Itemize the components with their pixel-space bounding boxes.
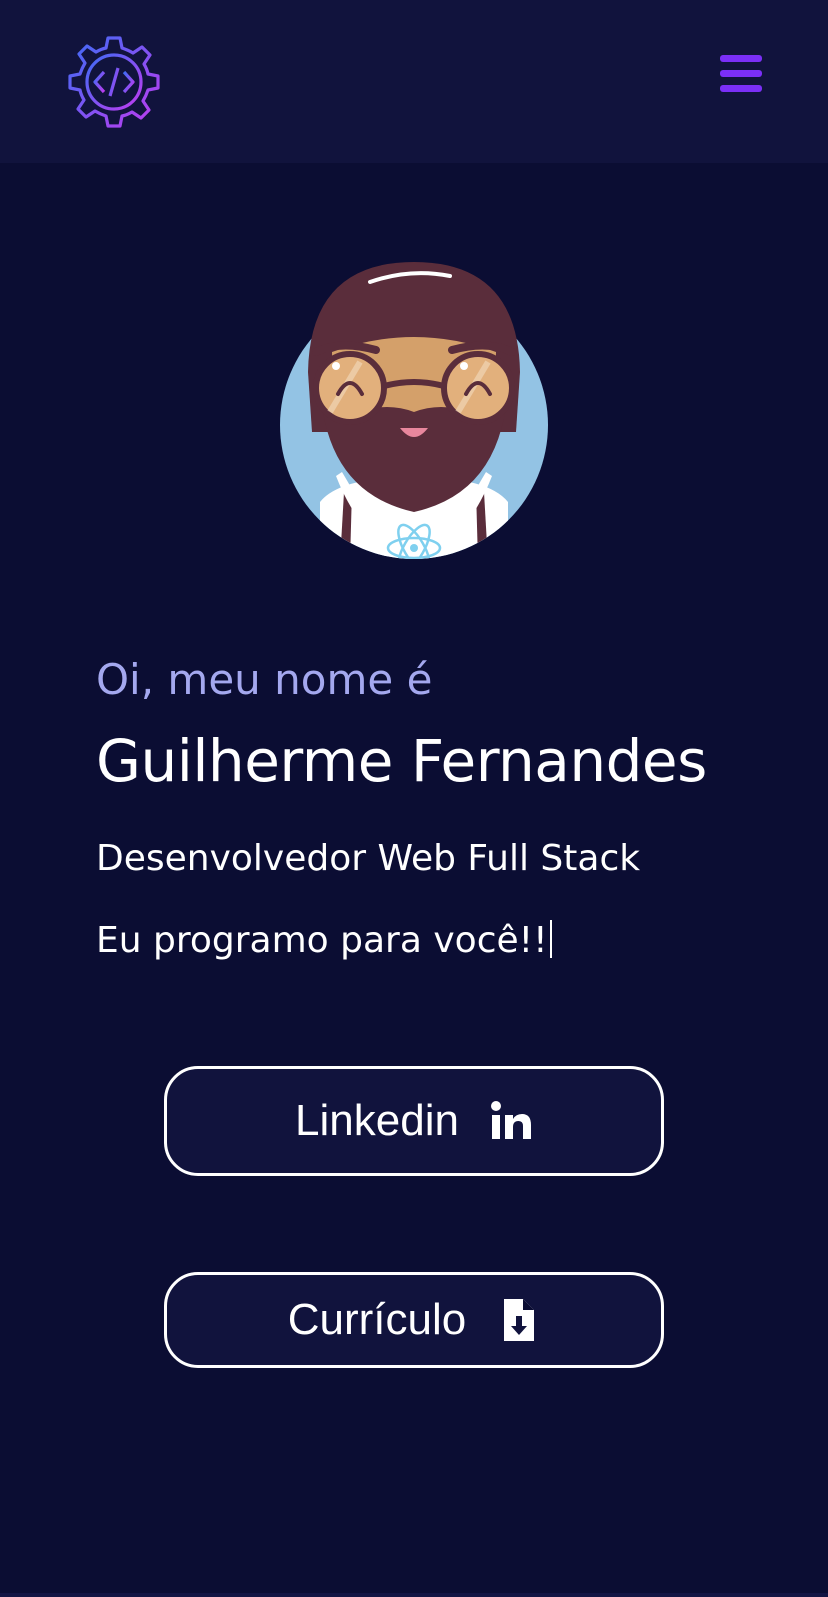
greeting-text: Oi, meu nome é [96, 655, 433, 704]
linkedin-button-label: Linkedin [295, 1096, 459, 1145]
typing-tagline: Eu programo para você!! [96, 916, 552, 966]
page: Oi, meu nome é Guilherme Fernandes Desen… [0, 0, 828, 1597]
bottom-divider [0, 1593, 828, 1597]
developer-avatar-image [280, 262, 548, 562]
file-download-icon [504, 1299, 535, 1341]
linkedin-button[interactable]: Linkedin [164, 1066, 664, 1176]
tagline-text: Eu programo para você!! [96, 920, 548, 961]
top-header [0, 0, 828, 163]
curriculum-button-label: Currículo [287, 1295, 467, 1344]
role-title: Desenvolvedor Web Full Stack [96, 838, 641, 879]
logo-gear-code-icon[interactable] [66, 34, 162, 130]
menu-bar [720, 85, 762, 92]
curriculum-download-button[interactable]: Currículo [164, 1272, 664, 1368]
linkedin-icon [490, 1101, 531, 1139]
menu-bar [720, 55, 762, 62]
menu-bar [720, 70, 762, 77]
hamburger-menu-icon[interactable] [720, 55, 762, 93]
typing-cursor [549, 920, 552, 958]
developer-name: Guilherme Fernandes [96, 727, 707, 795]
